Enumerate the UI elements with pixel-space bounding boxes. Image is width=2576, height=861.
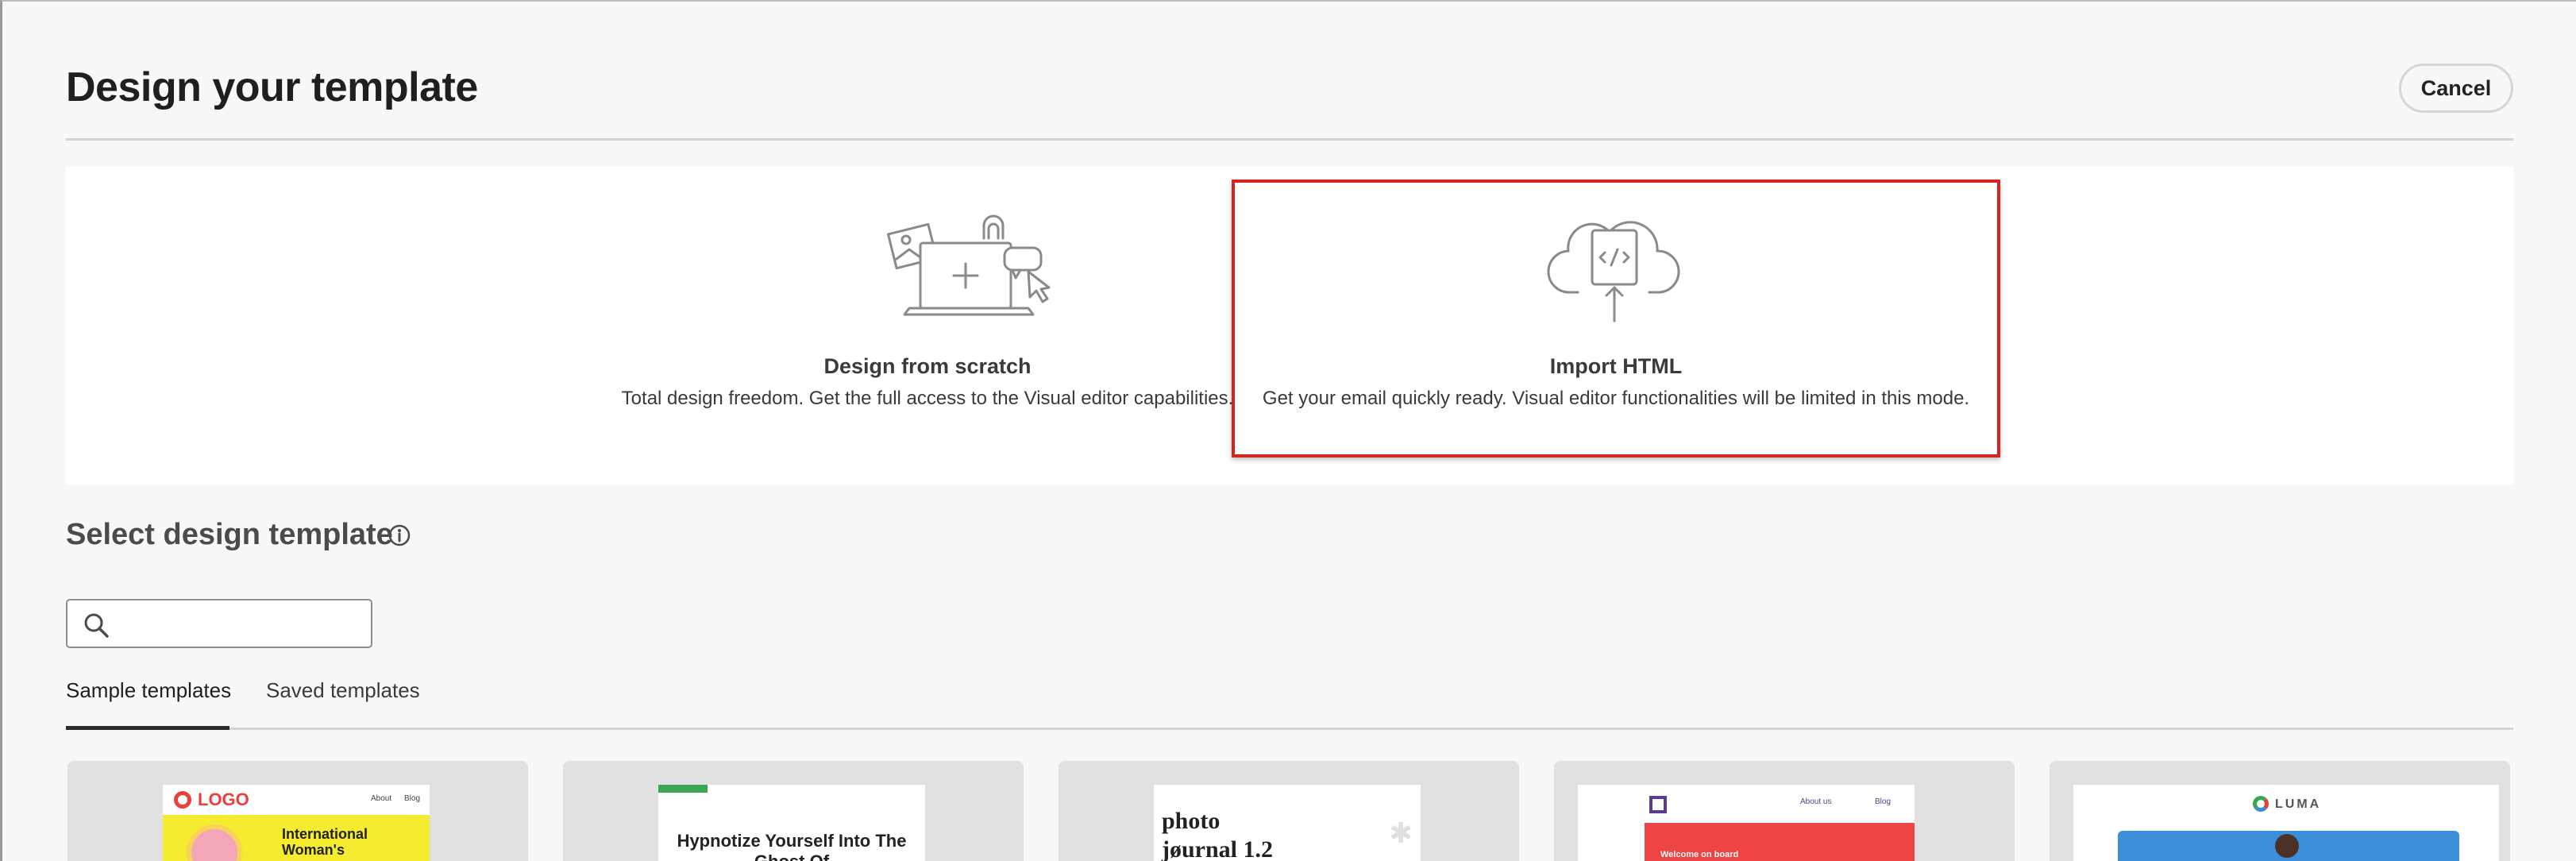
- template-thumbnail: Hypnotize Yourself Into The Ghost Of: [658, 785, 925, 861]
- tab-sample-templates[interactable]: Sample templates: [66, 678, 231, 703]
- design-from-scratch-option[interactable]: Design from scratch Total design freedom…: [574, 167, 1281, 485]
- accent-bar: [658, 785, 708, 793]
- start-options-panel: Design from scratch Total design freedom…: [66, 167, 2513, 485]
- option-title: Design from scratch: [823, 354, 1032, 378]
- template-thumbnail: photo jøurnal 1.2 ✱: [1154, 785, 1421, 861]
- search-icon: [84, 613, 109, 638]
- template-thumbnail: LOGO About Blog International Woman's: [163, 785, 430, 861]
- template-thumbnail: LUMA: [2073, 785, 2499, 861]
- nav-link: Blog: [404, 794, 421, 803]
- luma-logo-icon: [2253, 796, 2269, 812]
- template-search-field[interactable]: [66, 599, 372, 648]
- section-title: Select design template: [66, 518, 393, 551]
- logo-circle-icon: [174, 791, 191, 809]
- logo-text: LOGO: [198, 790, 249, 809]
- logo-square-icon: [1649, 796, 1667, 813]
- nav-link: About us: [1800, 797, 1832, 806]
- info-icon[interactable]: [387, 523, 412, 548]
- logo-text: LUMA: [2275, 797, 2322, 811]
- headline: International Woman's: [282, 826, 368, 858]
- headline: Hypnotize Yourself Into The Ghost Of: [677, 831, 907, 861]
- template-card-hypnotize[interactable]: Hypnotize Yourself Into The Ghost Of: [563, 761, 1024, 861]
- template-card-welcome[interactable]: About us Blog Welcome on board: [1554, 761, 2015, 861]
- laptop-plus-icon: [886, 214, 1051, 316]
- template-card-photo-journal[interactable]: photo jøurnal 1.2 ✱: [1059, 761, 1519, 861]
- option-title: Import HTML: [1549, 354, 1683, 378]
- cloud-upload-code-icon: [1547, 221, 1680, 322]
- template-card-luma[interactable]: LUMA: [2050, 761, 2510, 861]
- active-tab-indicator: [66, 726, 229, 730]
- headline: Welcome on board: [1660, 850, 1739, 859]
- tabs-divider: [66, 728, 2513, 730]
- page-title: Design your template: [66, 64, 478, 110]
- import-html-option[interactable]: Import HTML Get your email quickly ready…: [1232, 180, 2000, 458]
- option-description: Get your email quickly ready. Visual edi…: [1262, 388, 1970, 409]
- nav-link: About: [371, 794, 392, 803]
- template-thumbnail: About us Blog Welcome on board: [1578, 785, 1915, 861]
- person-photo: [2275, 834, 2299, 858]
- headline: photo jøurnal 1.2: [1162, 808, 1274, 861]
- template-card-womans-day[interactable]: LOGO About Blog International Woman's: [67, 761, 528, 861]
- sparkle-icon: ✱: [1389, 817, 1413, 849]
- nav-link: Blog: [1875, 797, 1892, 806]
- header-divider: [66, 138, 2513, 141]
- cancel-button[interactable]: Cancel: [2399, 64, 2513, 113]
- search-input[interactable]: [131, 607, 361, 642]
- tab-saved-templates[interactable]: Saved templates: [266, 678, 420, 703]
- option-description: Total design freedom. Get the full acces…: [621, 388, 1234, 409]
